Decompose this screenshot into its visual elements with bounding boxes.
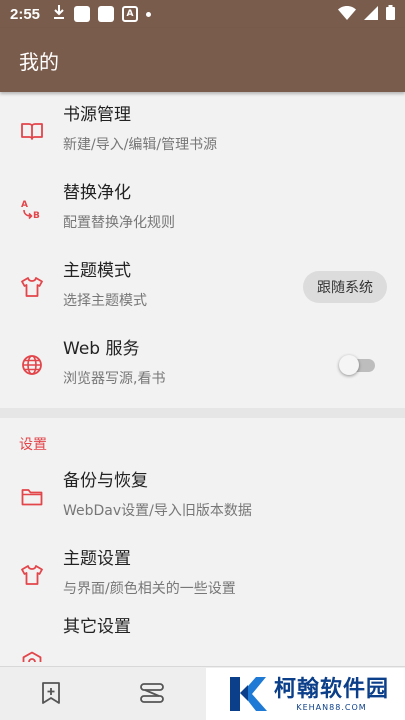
menu-item-subtitle: 与界面/颜色相关的一些设置 bbox=[63, 581, 236, 597]
menu-item-title: 替换净化 bbox=[63, 183, 131, 203]
bookmark-add-icon[interactable] bbox=[37, 679, 65, 707]
more-notifications-dot-icon bbox=[146, 11, 152, 17]
tshirt-icon bbox=[20, 563, 44, 587]
menu-item-title: 主题模式 bbox=[63, 261, 131, 281]
menu-item-book-source[interactable]: 书源管理 新建/导入/编辑/管理书源 bbox=[0, 92, 405, 170]
menu-item-subtitle: 选择主题模式 bbox=[63, 293, 147, 309]
page-title: 我的 bbox=[19, 49, 59, 74]
watermark-subtitle: KEHAN88.COM bbox=[296, 702, 367, 712]
notification-app-icon bbox=[98, 6, 115, 22]
status-time: 2:55 bbox=[10, 5, 41, 23]
menu-item-replace-rules[interactable]: A B 替换净化 配置替换净化规则 bbox=[0, 170, 405, 248]
download-icon bbox=[52, 4, 66, 24]
section-divider bbox=[0, 408, 405, 418]
menu-item-subtitle: 浏览器写源,看书 bbox=[63, 371, 166, 387]
menu-item-theme-mode[interactable]: 主题模式 选择主题模式 跟随系统 bbox=[0, 248, 405, 326]
watermark-logo: 柯翰软件园 KEHAN88.COM bbox=[206, 668, 405, 720]
svg-text:B: B bbox=[33, 211, 40, 221]
menu-item-title: 其它设置 bbox=[63, 617, 131, 637]
menu-item-title: Web 服务 bbox=[63, 339, 140, 359]
signal-icon bbox=[364, 5, 378, 24]
menu-item-title: 备份与恢复 bbox=[63, 471, 148, 491]
hexagon-gear-icon bbox=[20, 650, 44, 662]
kehan-logo-icon bbox=[226, 673, 268, 715]
battery-icon bbox=[386, 4, 395, 24]
explore-icon[interactable] bbox=[138, 679, 166, 707]
book-open-icon bbox=[20, 119, 44, 143]
theme-mode-selector-button[interactable]: 跟随系统 bbox=[303, 271, 387, 303]
menu-item-web-service[interactable]: Web 服务 浏览器写源,看书 bbox=[0, 326, 405, 404]
replace-ab-icon: A B bbox=[20, 197, 44, 221]
web-service-toggle[interactable] bbox=[339, 354, 377, 376]
wifi-icon bbox=[338, 5, 356, 24]
tshirt-icon bbox=[20, 275, 44, 299]
menu-item-subtitle: 配置替换净化规则 bbox=[63, 215, 175, 231]
section-header-settings: 设置 bbox=[19, 437, 47, 453]
menu-item-subtitle: WebDav设置/导入旧版本数据 bbox=[63, 503, 252, 519]
menu-item-title: 书源管理 bbox=[63, 105, 131, 125]
notification-a-icon: A bbox=[122, 6, 139, 22]
folder-icon bbox=[20, 485, 44, 509]
menu-item-other-settings[interactable]: 其它设置 bbox=[0, 614, 405, 662]
toggle-thumb bbox=[339, 355, 359, 375]
menu-item-theme-settings[interactable]: 主题设置 与界面/颜色相关的一些设置 bbox=[0, 536, 405, 614]
svg-text:A: A bbox=[21, 200, 28, 210]
settings-list[interactable]: 书源管理 新建/导入/编辑/管理书源 A B 替换净化 配置替换净化规则 主题模… bbox=[0, 92, 405, 662]
app-bar: 我的 bbox=[0, 28, 405, 92]
menu-item-title: 主题设置 bbox=[63, 549, 131, 569]
menu-item-backup-restore[interactable]: 备份与恢复 WebDav设置/导入旧版本数据 bbox=[0, 458, 405, 536]
menu-item-subtitle: 新建/导入/编辑/管理书源 bbox=[63, 137, 218, 153]
status-bar: 2:55 A bbox=[0, 0, 405, 28]
notification-app-icon bbox=[74, 6, 91, 22]
watermark-title: 柯翰软件园 bbox=[274, 676, 390, 702]
globe-icon bbox=[20, 353, 44, 377]
